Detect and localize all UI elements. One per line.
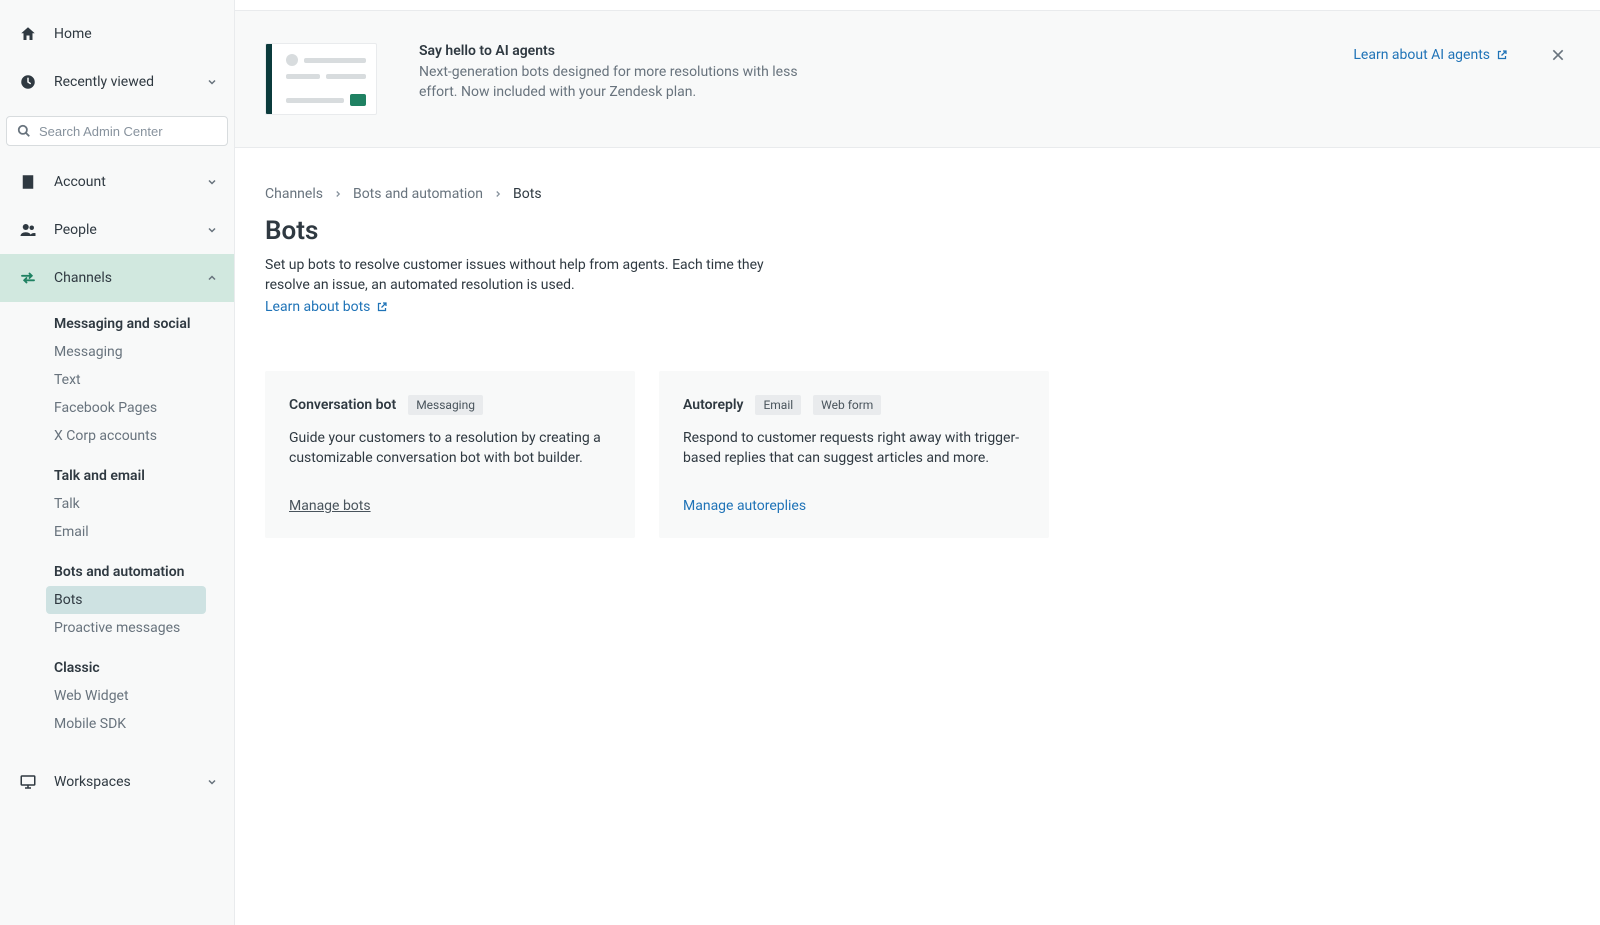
content: Channels Bots and automation Bots Bots S…: [235, 148, 1600, 568]
card-desc: Respond to customer requests right away …: [683, 429, 1025, 468]
tag-web-form: Web form: [813, 395, 881, 415]
nav-people[interactable]: People: [0, 206, 234, 254]
chevron-down-icon: [206, 176, 218, 188]
nav-label: Home: [54, 26, 218, 42]
search-icon: [17, 124, 31, 138]
clock-icon: [16, 73, 40, 91]
close-icon[interactable]: [1546, 43, 1570, 67]
card-conversation-bot: Conversation bot Messaging Guide your cu…: [265, 371, 635, 538]
sub-item-text[interactable]: Text: [46, 366, 234, 394]
crumb-bots-automation[interactable]: Bots and automation: [353, 186, 483, 202]
home-icon: [16, 25, 40, 43]
card-title: Autoreply: [683, 397, 743, 413]
banner-desc: Next-generation bots designed for more r…: [419, 63, 809, 102]
nav-label: Workspaces: [54, 774, 206, 790]
sub-heading: Talk and email: [54, 458, 234, 490]
sub-item-bots[interactable]: Bots: [46, 586, 206, 614]
sidebar: Home Recently viewed Account People: [0, 0, 235, 925]
link-learn-bots[interactable]: Learn about bots: [265, 299, 388, 315]
banner-text: Say hello to AI agents Next-generation b…: [419, 43, 809, 102]
sub-section-bots-automation: Bots and automation Bots Proactive messa…: [0, 550, 234, 646]
banner-thumb: [265, 43, 377, 115]
nav-workspaces[interactable]: Workspaces: [0, 758, 234, 806]
chevron-up-icon: [206, 272, 218, 284]
sub-item-web-widget[interactable]: Web Widget: [46, 682, 234, 710]
chevron-down-icon: [206, 776, 218, 788]
search-container: [0, 110, 234, 152]
tag-messaging: Messaging: [408, 395, 483, 415]
desktop-icon: [16, 773, 40, 791]
breadcrumb: Channels Bots and automation Bots: [265, 186, 1570, 202]
sub-item-proactive-messages[interactable]: Proactive messages: [46, 614, 234, 642]
banner-link-label: Learn about AI agents: [1353, 47, 1490, 63]
nav-account[interactable]: Account: [0, 158, 234, 206]
sub-item-facebook-pages[interactable]: Facebook Pages: [46, 394, 234, 422]
main: Say hello to AI agents Next-generation b…: [235, 0, 1600, 925]
external-link-icon: [1496, 49, 1508, 61]
card-autoreply: Autoreply Email Web form Respond to cust…: [659, 371, 1049, 538]
page-desc: Set up bots to resolve customer issues w…: [265, 256, 775, 295]
sub-item-x-corp[interactable]: X Corp accounts: [46, 422, 234, 450]
crumb-bots: Bots: [513, 186, 542, 202]
link-label: Learn about bots: [265, 299, 370, 315]
card-desc: Guide your customers to a resolution by …: [289, 429, 611, 468]
chevron-down-icon: [206, 76, 218, 88]
people-icon: [16, 221, 40, 239]
nav-label: People: [54, 222, 206, 238]
search-input-wrap[interactable]: [6, 116, 228, 146]
sub-section-talk-email: Talk and email Talk Email: [0, 454, 234, 550]
external-link-icon: [376, 301, 388, 313]
sub-heading: Classic: [54, 650, 234, 682]
nav-recently-viewed[interactable]: Recently viewed: [0, 58, 234, 106]
chevron-down-icon: [206, 224, 218, 236]
sub-section-classic: Classic Web Widget Mobile SDK: [0, 646, 234, 742]
nav-home[interactable]: Home: [0, 10, 234, 58]
nav-label: Account: [54, 174, 206, 190]
sub-heading: Bots and automation: [54, 554, 234, 586]
sub-item-talk[interactable]: Talk: [46, 490, 234, 518]
page-title: Bots: [265, 216, 1570, 246]
link-manage-autoreplies[interactable]: Manage autoreplies: [683, 498, 806, 514]
chevron-right-icon: [493, 189, 503, 199]
sub-heading: Messaging and social: [54, 306, 234, 338]
sub-section-messaging-social: Messaging and social Messaging Text Face…: [0, 302, 234, 454]
sub-item-email[interactable]: Email: [46, 518, 234, 546]
chevron-right-icon: [333, 189, 343, 199]
nav-label: Recently viewed: [54, 74, 206, 90]
banner-title: Say hello to AI agents: [419, 43, 809, 59]
sub-item-mobile-sdk[interactable]: Mobile SDK: [46, 710, 234, 738]
card-title: Conversation bot: [289, 397, 396, 413]
banner-ai-agents: Say hello to AI agents Next-generation b…: [235, 10, 1600, 148]
crumb-channels[interactable]: Channels: [265, 186, 323, 202]
nav-channels[interactable]: Channels: [0, 254, 234, 302]
banner-link-learn[interactable]: Learn about AI agents: [1353, 47, 1508, 63]
tag-email: Email: [755, 395, 801, 415]
nav-label: Channels: [54, 270, 206, 286]
building-icon: [16, 173, 40, 191]
cards: Conversation bot Messaging Guide your cu…: [265, 371, 1570, 538]
arrows-icon: [16, 269, 40, 287]
link-manage-bots[interactable]: Manage bots: [289, 498, 371, 514]
sub-item-messaging[interactable]: Messaging: [46, 338, 234, 366]
search-input[interactable]: [39, 124, 217, 139]
